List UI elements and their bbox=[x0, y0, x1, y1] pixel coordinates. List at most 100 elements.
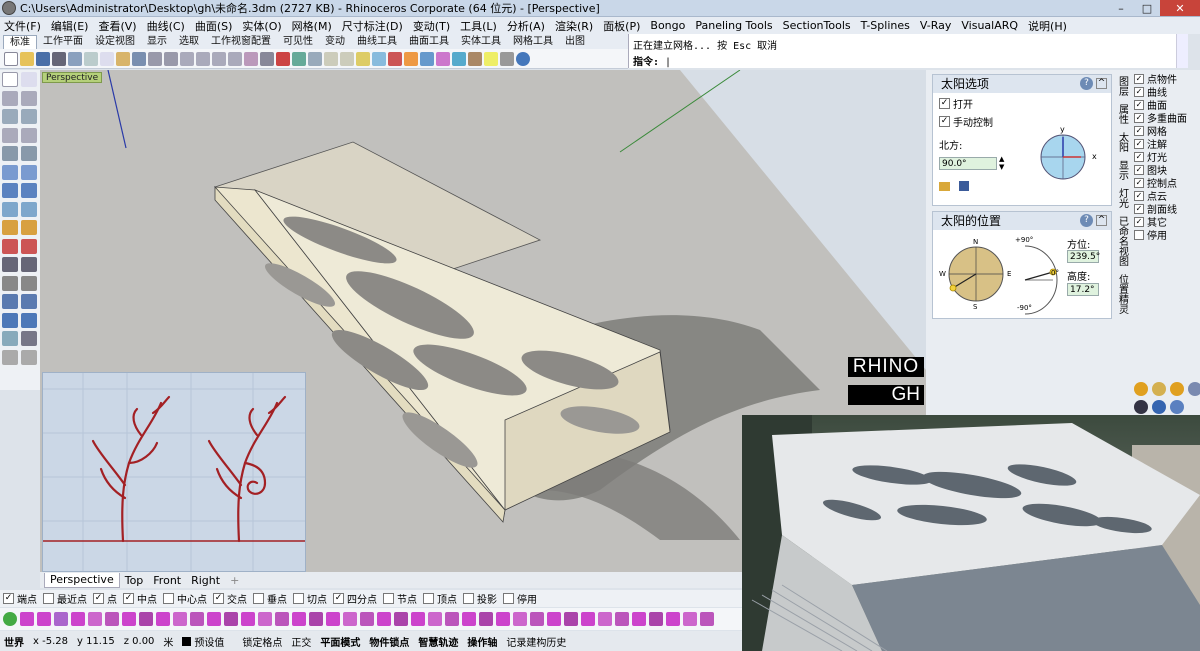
osnap-mid-checkbox[interactable]: ✓ bbox=[123, 593, 134, 604]
osnap-point[interactable]: ✓ 点 bbox=[93, 591, 117, 606]
tab-solid-tools[interactable]: 实体工具 bbox=[455, 35, 507, 49]
tool-icon-14[interactable] bbox=[241, 612, 255, 626]
help-icon[interactable] bbox=[516, 51, 530, 66]
tool-icon-20[interactable] bbox=[343, 612, 357, 626]
tool-icon-23[interactable] bbox=[394, 612, 408, 626]
filter-disable[interactable]: 停用 bbox=[1134, 228, 1200, 242]
circle-icon[interactable] bbox=[2, 109, 18, 124]
tool-icon-8[interactable] bbox=[139, 612, 153, 626]
r-icon[interactable] bbox=[1134, 400, 1148, 414]
command-scrollbar[interactable] bbox=[1176, 34, 1188, 68]
print-icon[interactable] bbox=[52, 51, 66, 66]
osnap-mid[interactable]: ✓ 中点 bbox=[123, 591, 157, 606]
tab-perspective[interactable]: Perspective bbox=[44, 572, 120, 588]
side-tab-sun[interactable]: 太阳 bbox=[1115, 132, 1130, 152]
osnap-quad-checkbox[interactable]: ✓ bbox=[333, 593, 344, 604]
menu-panels[interactable]: 面板(P) bbox=[603, 18, 640, 34]
copy-object-icon[interactable] bbox=[21, 275, 37, 291]
tool-icon-15[interactable] bbox=[258, 612, 272, 626]
tool-icon-12[interactable] bbox=[207, 612, 221, 626]
filter-meshes[interactable]: ✓ 网格 bbox=[1134, 124, 1200, 138]
render-mesh-icon[interactable] bbox=[2, 349, 18, 365]
four-viewports-icon[interactable] bbox=[260, 51, 274, 66]
collapse-icon[interactable]: ^ bbox=[1096, 78, 1107, 89]
osnap-end[interactable]: ✓ 端点 bbox=[3, 591, 37, 606]
filter-annotations[interactable]: ✓ 注解 bbox=[1134, 137, 1200, 151]
tool-icon-11[interactable] bbox=[190, 612, 204, 626]
menu-render[interactable]: 渲染(R) bbox=[555, 18, 593, 34]
north-compass[interactable] bbox=[1037, 131, 1089, 183]
tool-icon-29[interactable] bbox=[496, 612, 510, 626]
box-icon[interactable] bbox=[2, 183, 18, 198]
side-tab-named-views[interactable]: 已命名视图 bbox=[1115, 216, 1130, 266]
surface-icon[interactable] bbox=[2, 164, 18, 180]
sun-manual-row[interactable]: ✓ 手动控制 bbox=[939, 114, 1111, 129]
render-icon[interactable] bbox=[420, 51, 434, 66]
tool-icon-5[interactable] bbox=[88, 612, 102, 626]
osnap-near[interactable]: 最近点 bbox=[43, 591, 87, 606]
menu-vray[interactable]: V-Ray bbox=[920, 19, 952, 32]
sun-position-header[interactable]: 太阳的位置 ? ^ bbox=[933, 212, 1111, 230]
north-field[interactable]: 90.0° bbox=[939, 156, 997, 170]
lock-icon[interactable] bbox=[356, 51, 370, 66]
osnap-quad[interactable]: ✓ 四分点 bbox=[333, 591, 377, 606]
tool-icon-17[interactable] bbox=[292, 612, 306, 626]
sphere-icon[interactable] bbox=[21, 183, 37, 198]
osnap-point-checkbox[interactable]: ✓ bbox=[93, 593, 104, 604]
minimize-button[interactable]: – bbox=[1108, 0, 1134, 16]
tool-icon-2[interactable] bbox=[37, 612, 51, 626]
side-tab-lights[interactable]: 灯光 bbox=[1115, 188, 1130, 208]
color-wheel-icon[interactable] bbox=[404, 51, 418, 66]
menu-transform[interactable]: 变动(T) bbox=[413, 18, 450, 34]
offset-icon[interactable] bbox=[2, 146, 18, 161]
side-tab-properties[interactable]: 属性 bbox=[1115, 104, 1130, 124]
osnap-tan-checkbox[interactable] bbox=[293, 593, 304, 604]
menu-view[interactable]: 查看(V) bbox=[98, 18, 136, 34]
pan-icon[interactable] bbox=[148, 51, 162, 66]
tool-icon-31[interactable] bbox=[530, 612, 544, 626]
tab-front[interactable]: Front bbox=[148, 574, 186, 587]
status-planar[interactable]: 平面模式 bbox=[320, 634, 360, 649]
side-tab-layers[interactable]: 图层 bbox=[1115, 76, 1130, 96]
filter-others[interactable]: ✓ 其它 bbox=[1134, 215, 1200, 229]
menu-edit[interactable]: 编辑(E) bbox=[51, 18, 89, 34]
tab-mesh-tools[interactable]: 网格工具 bbox=[507, 35, 559, 49]
undo-view-icon[interactable] bbox=[244, 51, 258, 66]
status-gumball[interactable]: 操作轴 bbox=[467, 634, 497, 649]
tool-icon-40[interactable] bbox=[683, 612, 697, 626]
sphere-render-icon[interactable] bbox=[1170, 382, 1184, 396]
zoom-selected-icon[interactable] bbox=[228, 51, 242, 66]
filter-points[interactable]: ✓ 点物件 bbox=[1134, 72, 1200, 86]
zoom-tool-icon[interactable] bbox=[21, 349, 37, 365]
status-osnap[interactable]: 物件锁点 bbox=[369, 634, 409, 649]
osnap-knot-checkbox[interactable] bbox=[383, 593, 394, 604]
osnap-vertex[interactable]: 顶点 bbox=[423, 591, 457, 606]
osnap-tan[interactable]: 切点 bbox=[293, 591, 327, 606]
help-icon[interactable]: ? bbox=[1080, 214, 1093, 227]
tool-icon-1[interactable] bbox=[20, 612, 34, 626]
gumball-icon[interactable] bbox=[3, 612, 17, 626]
status-grid-snap[interactable]: 锁定格点 bbox=[242, 634, 282, 649]
osnap-perp[interactable]: 垂点 bbox=[253, 591, 287, 606]
open-folder-icon[interactable] bbox=[939, 181, 950, 191]
render-settings-icon[interactable] bbox=[1170, 400, 1184, 414]
filter-curves[interactable]: ✓ 曲线 bbox=[1134, 85, 1200, 99]
polygon-icon[interactable] bbox=[2, 127, 18, 143]
select-points-icon[interactable] bbox=[21, 72, 37, 87]
tool-icon-13[interactable] bbox=[224, 612, 238, 626]
show-icon[interactable] bbox=[340, 51, 354, 66]
add-viewport-tab[interactable]: + bbox=[225, 574, 244, 587]
move-icon[interactable] bbox=[2, 275, 18, 291]
osnap-perp-checkbox[interactable] bbox=[253, 593, 264, 604]
menu-surface[interactable]: 曲面(S) bbox=[195, 18, 233, 34]
status-ortho[interactable]: 正交 bbox=[291, 634, 311, 649]
azimuth-field[interactable]: 239.5° bbox=[1067, 250, 1100, 263]
osnap-project-checkbox[interactable] bbox=[463, 593, 474, 604]
join-icon[interactable] bbox=[2, 257, 18, 272]
tool-icon-33[interactable] bbox=[564, 612, 578, 626]
menu-tools[interactable]: 工具(L) bbox=[460, 18, 497, 34]
dimension-icon[interactable] bbox=[2, 294, 18, 309]
grid-icon[interactable] bbox=[308, 51, 322, 66]
light-icon[interactable] bbox=[1188, 382, 1200, 396]
menu-solid[interactable]: 实体(O) bbox=[242, 18, 281, 34]
